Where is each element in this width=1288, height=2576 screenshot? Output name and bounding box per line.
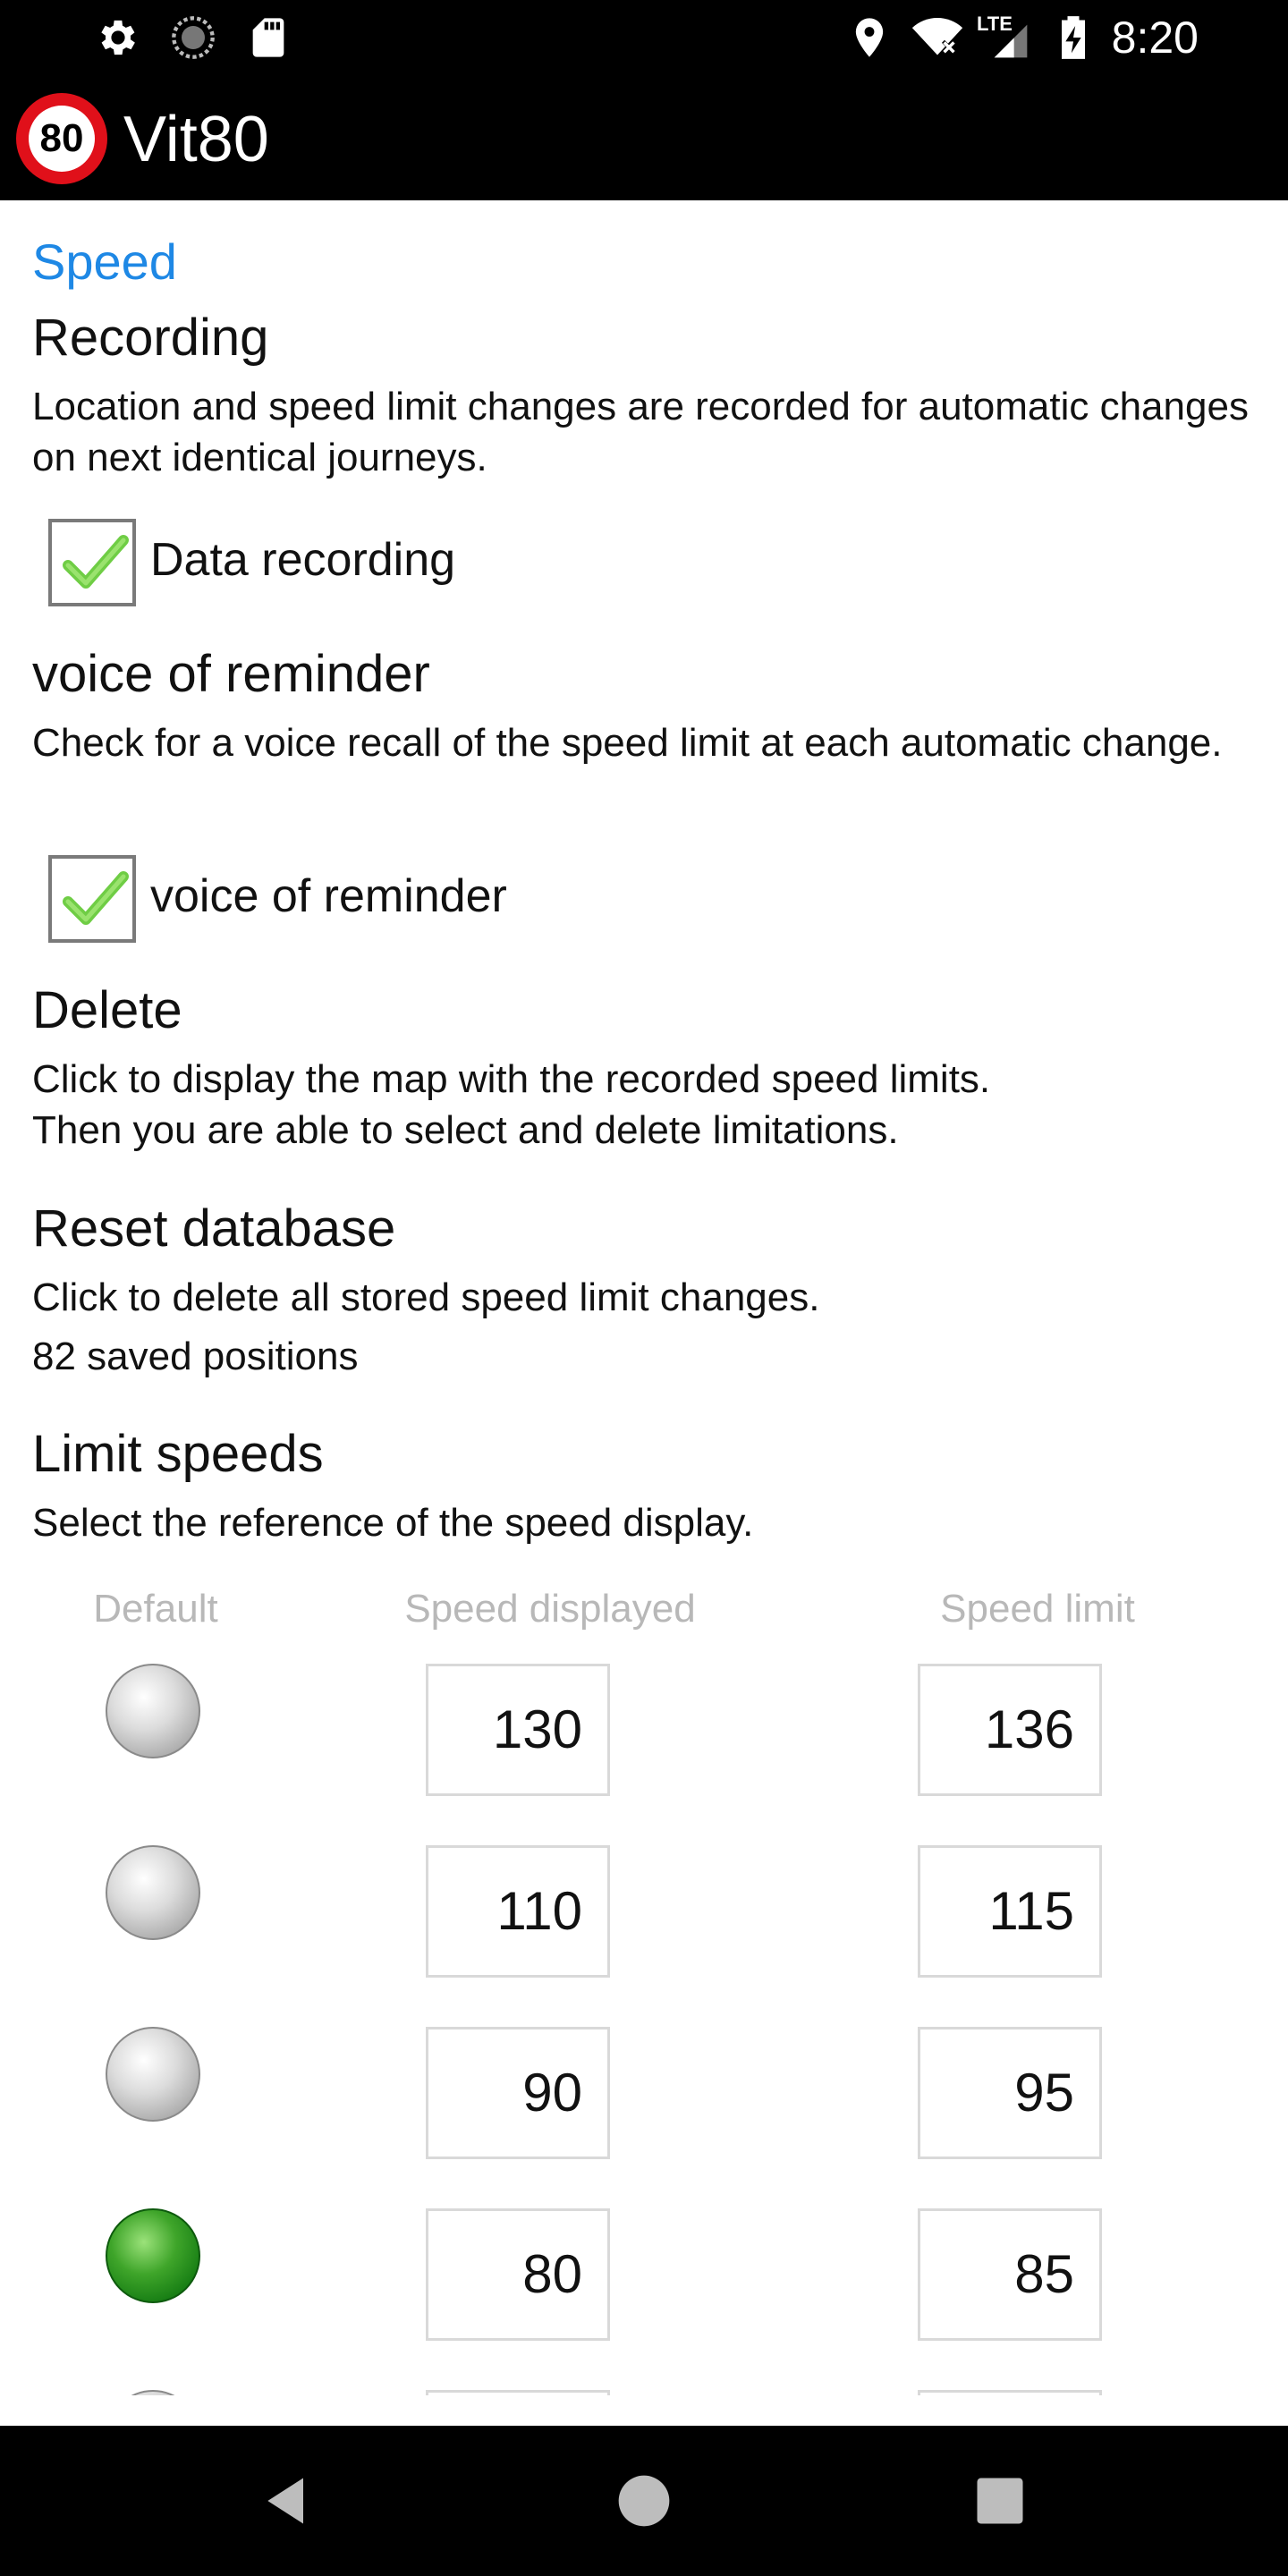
pref-title: Limit speeds xyxy=(32,1425,324,1483)
battery-charging-icon xyxy=(1062,16,1085,59)
category-title: Speed xyxy=(32,233,177,290)
pref-summary: Click to delete all stored speed limit c… xyxy=(32,1275,820,1319)
action-bar: 80 Vit80 xyxy=(0,75,1288,200)
voice-reminder-checkbox[interactable] xyxy=(48,855,136,943)
header-speed-displayed: Speed displayed xyxy=(404,1587,696,1631)
pref-title: voice of reminder xyxy=(32,645,430,703)
voice-reminder-label[interactable]: voice of reminder xyxy=(150,869,507,923)
check-icon xyxy=(63,535,129,589)
header-speed-limit: Speed limit xyxy=(940,1587,1135,1631)
speed-displayed-input[interactable]: 110 xyxy=(426,1845,610,1978)
data-recording-checkbox[interactable] xyxy=(48,519,136,606)
pref-summary: Select the reference of the speed displa… xyxy=(32,1501,754,1545)
default-radio-button[interactable] xyxy=(106,1845,200,1940)
sd-card-icon xyxy=(252,18,284,57)
pref-title: Reset database xyxy=(32,1199,396,1258)
speed-displayed-input[interactable]: 90 xyxy=(426,2027,610,2159)
check-icon xyxy=(63,871,129,925)
pref-summary: Check for a voice recall of the speed li… xyxy=(32,721,1223,765)
clock: 8:20 xyxy=(1111,13,1199,63)
saved-positions-count: 82 saved positions xyxy=(32,1335,359,1378)
scroll-clip xyxy=(0,2395,1288,2426)
loading-icon xyxy=(172,16,215,59)
app-title: Vit80 xyxy=(123,104,269,175)
speed-displayed-input[interactable]: 80 xyxy=(426,2208,610,2341)
speed-limit-input[interactable]: 95 xyxy=(918,2027,1102,2159)
gear-icon xyxy=(101,20,135,55)
status-bar: LTE 8:20 xyxy=(0,0,1288,75)
pref-summary-line1: Click to display the map with the record… xyxy=(32,1057,991,1101)
default-radio-button[interactable] xyxy=(106,2027,200,2122)
default-radio-button[interactable] xyxy=(106,1664,200,1758)
wifi-icon xyxy=(911,18,963,55)
signal-icon xyxy=(994,24,1028,58)
pref-summary-line2: Then you are able to select and delete l… xyxy=(32,1108,899,1152)
location-icon xyxy=(855,18,884,57)
app-logo-text: 80 xyxy=(29,106,95,172)
navigation-bar xyxy=(0,2426,1288,2576)
back-icon[interactable] xyxy=(258,2470,318,2531)
default-radio-button[interactable] xyxy=(106,2208,200,2303)
recents-icon[interactable] xyxy=(970,2470,1030,2531)
speed-limit-input[interactable]: 85 xyxy=(918,2208,1102,2341)
settings-list[interactable]: Speed Recording Location and speed limit… xyxy=(0,200,1288,2426)
home-icon[interactable] xyxy=(614,2470,674,2531)
data-recording-label[interactable]: Data recording xyxy=(150,533,455,587)
app-logo: 80 xyxy=(16,93,107,184)
speed-limit-input[interactable]: 115 xyxy=(918,1845,1102,1978)
speed-displayed-input[interactable]: 130 xyxy=(426,1664,610,1796)
speed-limit-input[interactable]: 136 xyxy=(918,1664,1102,1796)
header-default: Default xyxy=(93,1587,218,1631)
pref-title: Recording xyxy=(32,309,269,367)
pref-summary: Location and speed limit changes are rec… xyxy=(32,385,1249,479)
pref-title: Delete xyxy=(32,981,182,1039)
